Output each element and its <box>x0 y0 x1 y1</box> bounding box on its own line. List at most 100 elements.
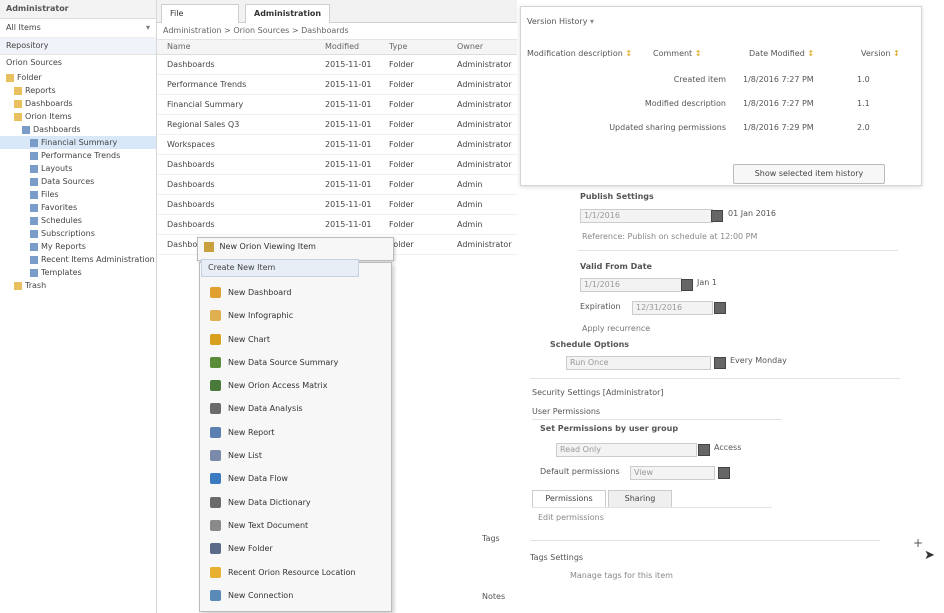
divider <box>530 378 900 379</box>
card-col-description[interactable]: Modification description ↕ <box>527 45 632 63</box>
tab-file-label: File <box>170 9 184 18</box>
menu-item[interactable]: New Data Flow <box>200 467 391 490</box>
menu-item[interactable]: New Folder <box>200 537 391 560</box>
menu-item[interactable]: New Data Dictionary <box>200 491 391 514</box>
table-cell: Dashboards <box>167 200 215 209</box>
menu-item-new-viewing-item[interactable]: New Orion Viewing Item <box>198 238 393 256</box>
menu-item-icon <box>210 543 221 555</box>
expand-icon[interactable]: + <box>913 536 923 550</box>
table-cell: Admin <box>457 180 483 189</box>
tab-administration[interactable]: Administration <box>245 4 331 23</box>
tree-item[interactable]: Orion Items <box>0 110 156 123</box>
security-section-title: Security Settings [Administrator] <box>532 388 664 397</box>
tab-sharing[interactable]: Sharing <box>608 490 672 508</box>
explorer-subsection: Orion Sources <box>6 58 62 67</box>
table-row[interactable]: Dashboards 2015-11-01 Folder Admin <box>157 175 517 195</box>
table-row[interactable]: Performance Trends 2015-11-01 Folder Admini… <box>157 75 517 95</box>
menu-item[interactable]: New Orion Access Matrix <box>200 374 391 397</box>
table-cell: Admin <box>457 220 483 229</box>
expiration-label: Expiration <box>580 302 621 311</box>
expiration-input[interactable]: 12/31/2016 <box>632 301 713 315</box>
recurrence-label[interactable]: Apply recurrence <box>582 324 650 333</box>
menu-item-icon <box>210 496 221 508</box>
menu-item-icon <box>210 519 221 531</box>
valid-from-input[interactable]: 1/1/2016 <box>580 278 682 292</box>
tree-item[interactable]: Dashboards <box>0 97 156 110</box>
tree-item[interactable]: Recent Items Administration <box>0 253 156 266</box>
tree-item[interactable]: Files <box>0 188 156 201</box>
schedule-input[interactable]: Run Once <box>566 356 711 370</box>
perm-input[interactable]: Read Only <box>556 443 697 457</box>
calendar-icon[interactable] <box>711 210 723 222</box>
column-header-modified[interactable]: Modified <box>325 40 385 54</box>
history-row[interactable]: Updated sharing permissions 1/8/2016 7:2… <box>521 117 921 139</box>
card-col-comment[interactable]: Comment ↕ <box>653 45 701 63</box>
menu-item[interactable]: New Connection <box>200 584 391 607</box>
tree-item[interactable]: Layouts <box>0 162 156 175</box>
item-icon <box>30 177 38 186</box>
column-header-name[interactable]: Name <box>167 40 317 54</box>
table-cell: Dashboards <box>167 220 215 229</box>
sort-icon: ↕ <box>694 49 702 58</box>
item-icon <box>30 151 38 160</box>
sort-icon: ↕ <box>892 49 900 58</box>
calendar-icon[interactable] <box>714 302 726 314</box>
table-row[interactable]: Dashboards 2015-11-01 Folder Admin <box>157 215 517 235</box>
menu-item[interactable]: Recent Orion Resource Location <box>200 561 391 584</box>
folder-icon <box>14 86 22 95</box>
table-cell: Administrator <box>457 80 512 89</box>
tree-item[interactable]: Folder <box>0 71 156 84</box>
tree-item[interactable]: My Reports <box>0 240 156 253</box>
dropdown-icon[interactable] <box>718 467 730 479</box>
tab-permissions[interactable]: Permissions <box>532 490 606 508</box>
tree-item[interactable]: Performance Trends <box>0 149 156 162</box>
menu-item[interactable]: New Chart <box>200 328 391 351</box>
dropdown-icon[interactable] <box>698 444 710 456</box>
history-row[interactable]: Created item 1/8/2016 7:27 PM 1.0 <box>521 69 921 91</box>
tree-item-label: Schedules <box>41 216 82 225</box>
tree-item[interactable]: Templates <box>0 266 156 279</box>
table-row[interactable]: Dashboards 2015-11-01 Folder Admin <box>157 195 517 215</box>
tree-item[interactable]: Dashboards <box>0 123 156 136</box>
table-row[interactable]: Workspaces 2015-11-01 Folder Administrator <box>157 135 517 155</box>
tab-administration-label: Administration <box>254 9 322 18</box>
group-perm-input[interactable]: View <box>630 466 715 480</box>
tree-item[interactable]: Financial Summary <box>0 136 156 149</box>
table-cell: Administrator <box>457 160 512 169</box>
column-header-type[interactable]: Type <box>389 40 449 54</box>
menu-item-icon <box>210 426 221 438</box>
table-row[interactable]: Dashboards 2015-11-01 Folder Administrator <box>157 55 517 75</box>
tree-item[interactable]: Data Sources <box>0 175 156 188</box>
tree-item[interactable]: Trash <box>0 279 156 292</box>
table-row[interactable]: Regional Sales Q3 2015-11-01 Folder Adminis… <box>157 115 517 135</box>
table-cell: Dashboards <box>167 160 215 169</box>
tree-item[interactable]: Subscriptions <box>0 227 156 240</box>
menu-item[interactable]: New Text Document <box>200 514 391 537</box>
tree-item[interactable]: Favorites <box>0 201 156 214</box>
table-row[interactable]: Dashboards 2015-11-01 Folder Administrator <box>157 155 517 175</box>
menu-item[interactable]: New Infographic <box>200 304 391 327</box>
item-icon <box>30 190 38 199</box>
chevron-down-icon[interactable]: ▾ <box>590 17 594 26</box>
calendar-icon[interactable] <box>714 357 726 369</box>
column-header-owner[interactable]: Owner <box>457 40 515 54</box>
date-input[interactable]: 1/1/2016 <box>580 209 713 223</box>
menu-item[interactable]: New Dashboard <box>200 281 391 304</box>
table-row[interactable]: Financial Summary 2015-11-01 Folder Adminis… <box>157 95 517 115</box>
tree-item[interactable]: Schedules <box>0 214 156 227</box>
history-row[interactable]: Modified description 1/8/2016 7:27 PM 1.… <box>521 93 921 115</box>
explorer-filter[interactable]: All Items ▾ <box>0 19 156 38</box>
show-history-button[interactable]: Show selected item history <box>733 164 885 184</box>
menu-item[interactable]: New Report <box>200 421 391 444</box>
tree-item[interactable]: Reports <box>0 84 156 97</box>
menu-item[interactable]: New List <box>200 444 391 467</box>
card-col-date[interactable]: Date Modified ↕ <box>749 45 814 63</box>
menu-item-label: New Report <box>228 427 275 437</box>
tab-file[interactable]: File <box>161 4 239 23</box>
menu-item[interactable]: New Data Source Summary <box>200 351 391 374</box>
menu-item[interactable]: New Data Analysis <box>200 397 391 420</box>
breadcrumb[interactable]: Administration > Orion Sources > Dashboa… <box>157 23 517 40</box>
tree-item-label: Recent Items Administration <box>41 255 155 264</box>
calendar-icon[interactable] <box>681 279 693 291</box>
card-col-version[interactable]: Version ↕ <box>861 45 900 63</box>
